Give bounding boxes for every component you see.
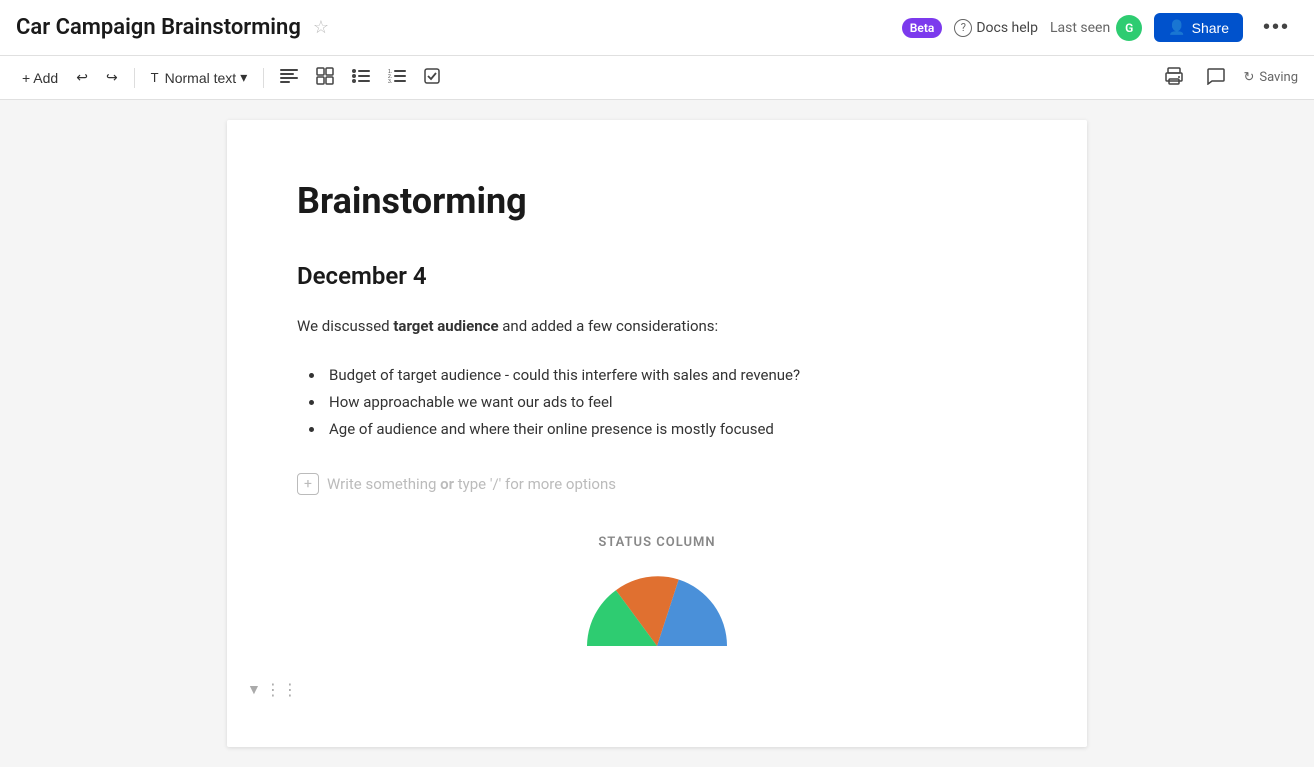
document-page: Brainstorming December 4 We discussed ta… [227, 120, 1087, 747]
avatar: G [1116, 15, 1142, 41]
list-item: Budget of target audience - could this i… [325, 362, 1017, 389]
beta-badge: Beta [902, 18, 943, 38]
print-button[interactable] [1159, 63, 1189, 92]
chart-label: STATUS COLUMN [297, 535, 1017, 550]
print-icon [1165, 67, 1183, 88]
page-title: Car Campaign Brainstorming [16, 15, 301, 40]
comment-icon [1207, 67, 1225, 88]
placeholder-or: or [440, 475, 454, 493]
share-label: Share [1192, 20, 1229, 36]
bullet-list-button[interactable] [346, 65, 376, 90]
share-icon: 👤 [1168, 19, 1185, 36]
text-style-dropdown[interactable]: T Normal text ▾ [145, 65, 254, 90]
main-area: Brainstorming December 4 We discussed ta… [0, 100, 1314, 767]
redo-icon: ↪ [106, 69, 118, 86]
redo-button[interactable]: ↪ [100, 65, 124, 90]
document-date: December 4 [297, 262, 1017, 290]
svg-text:3.: 3. [388, 79, 392, 83]
checklist-button[interactable] [418, 64, 446, 91]
document-paragraph: We discussed target audience and added a… [297, 314, 1017, 338]
checklist-icon [424, 68, 440, 87]
paragraph-text-after: and added a few considerations: [499, 317, 719, 335]
ordered-list-button[interactable]: 1. 2. 3. [382, 65, 412, 90]
saving-label: Saving [1259, 70, 1298, 85]
list-item: Age of audience and where their online p… [325, 416, 1017, 443]
pie-chart-svg [577, 566, 737, 656]
table-icon [316, 67, 334, 88]
paragraph-text-before: We discussed [297, 317, 393, 335]
block-drag-icon[interactable]: ⋮⋮ [265, 680, 299, 699]
undo-icon: ↩ [76, 69, 88, 86]
docs-help-label: Docs help [976, 20, 1038, 36]
placeholder-text-normal: Write something [327, 475, 440, 493]
divider-2 [263, 68, 264, 88]
bullet-list-icon [352, 69, 370, 86]
align-button[interactable] [274, 65, 304, 90]
write-block[interactable]: + Write something or type '/' for more o… [297, 473, 1017, 495]
align-icon [280, 69, 298, 86]
chevron-down-icon: ▾ [240, 69, 247, 86]
paragraph-bold-text: target audience [393, 317, 498, 335]
share-button[interactable]: 👤 Share [1154, 13, 1243, 42]
text-T-icon: T [151, 70, 159, 85]
add-label: + Add [22, 70, 58, 86]
add-button[interactable]: + Add [16, 66, 64, 90]
bullet-list: Budget of target audience - could this i… [297, 362, 1017, 443]
placeholder-text-rest: type '/' for more options [454, 475, 616, 493]
ordered-list-icon: 1. 2. 3. [388, 69, 406, 86]
list-item: How approachable we want our ads to feel [325, 389, 1017, 416]
saving-indicator: ↻ Saving [1243, 70, 1298, 85]
last-seen-label: Last seen [1050, 20, 1110, 36]
pie-chart [297, 566, 1017, 656]
add-block-button[interactable]: + [297, 473, 319, 495]
undo-button[interactable]: ↩ [70, 65, 94, 90]
comment-button[interactable] [1201, 63, 1231, 92]
favorite-icon[interactable]: ☆ [313, 17, 329, 38]
saving-icon: ↻ [1243, 70, 1254, 85]
document-title: Brainstorming [297, 180, 1017, 222]
last-seen-section: Last seen G [1050, 15, 1142, 41]
chart-section: STATUS COLUMN [297, 535, 1017, 656]
more-options-button[interactable]: ••• [1255, 12, 1298, 43]
table-button[interactable] [310, 63, 340, 92]
toolbar-right: ↻ Saving [1159, 63, 1298, 92]
block-collapse-icon[interactable]: ▼ [247, 681, 261, 698]
help-icon: ? [954, 19, 972, 37]
divider-1 [134, 68, 135, 88]
docs-help-button[interactable]: ? Docs help [954, 19, 1038, 37]
toolbar: + Add ↩ ↪ T Normal text ▾ [0, 56, 1314, 100]
write-placeholder[interactable]: Write something or type '/' for more opt… [327, 475, 616, 493]
block-controls: ▼ ⋮⋮ [247, 680, 299, 699]
text-style-label: Normal text [165, 70, 237, 86]
header: Car Campaign Brainstorming ☆ Beta ? Docs… [0, 0, 1314, 56]
